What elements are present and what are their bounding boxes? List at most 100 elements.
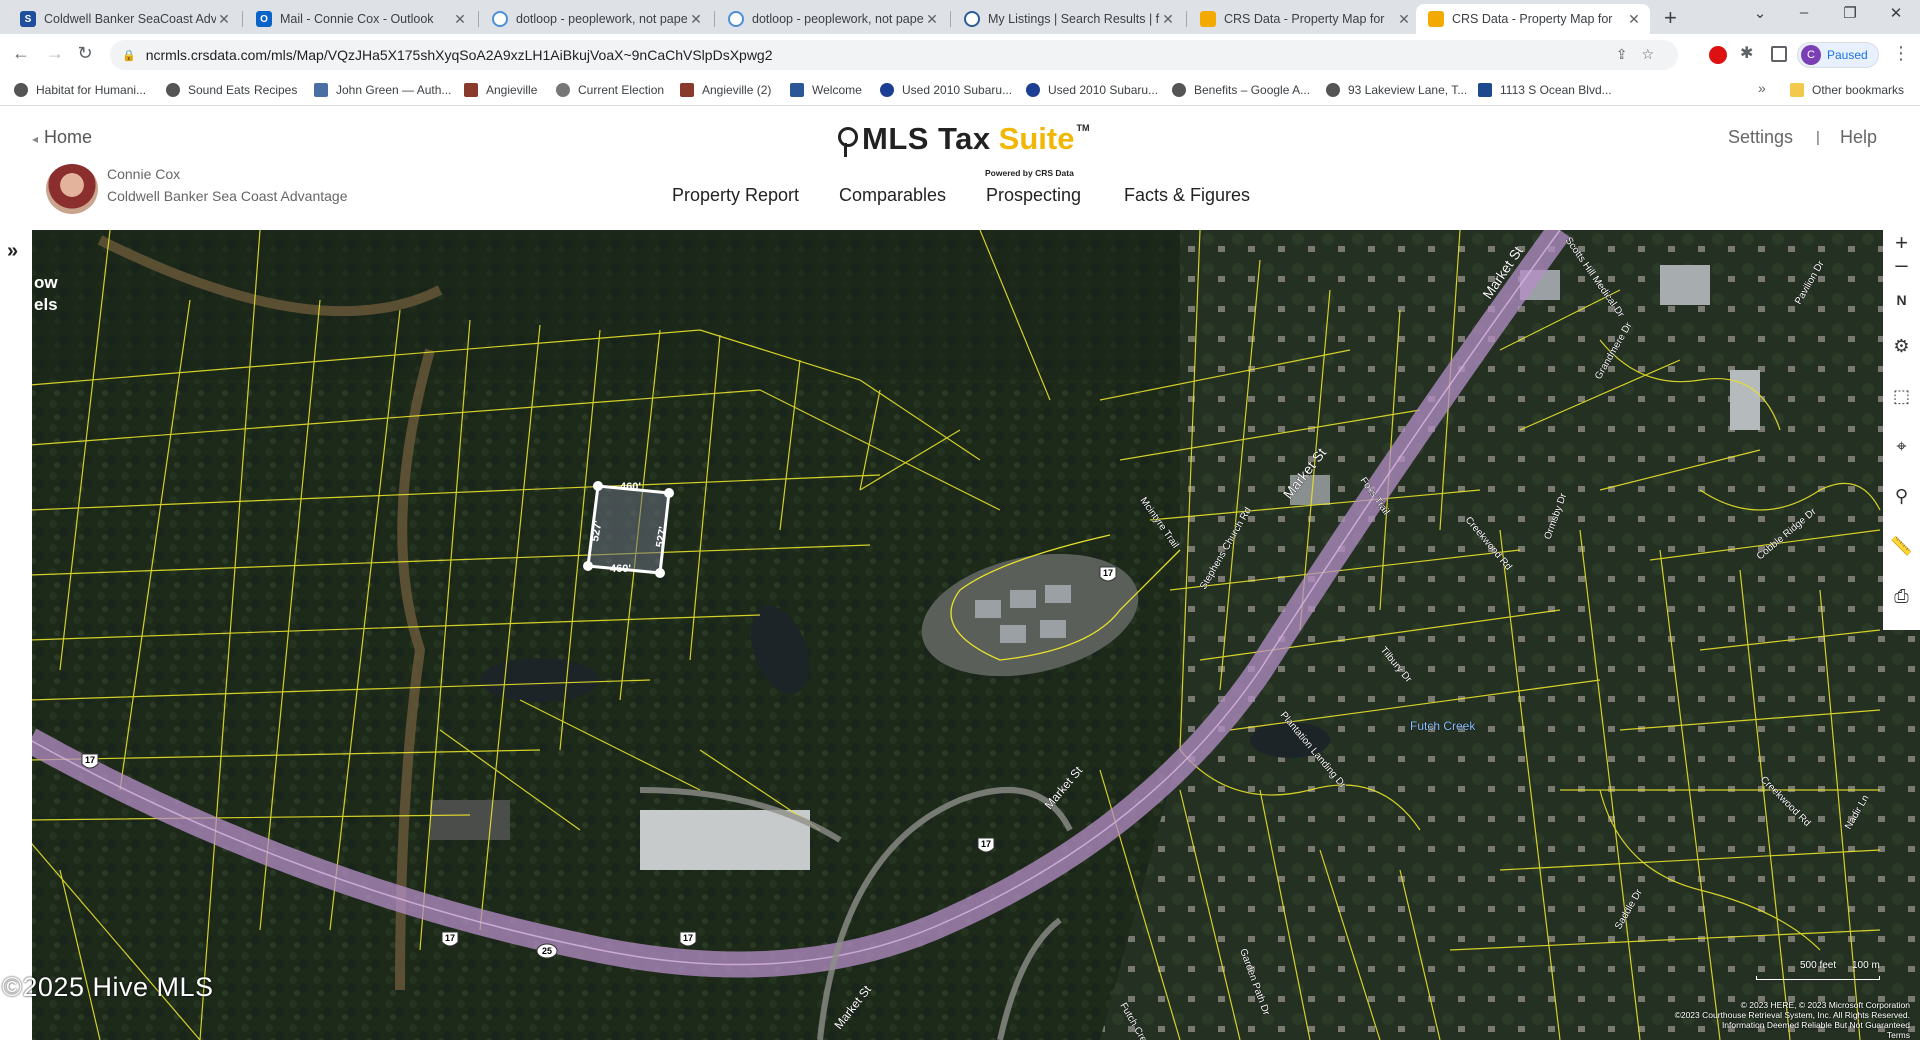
bookmark-item[interactable]: Used 2010 Subaru... <box>880 83 1012 97</box>
dotloop-icon <box>492 11 508 27</box>
svg-text:17: 17 <box>981 839 991 849</box>
property-map[interactable]: 460' 460' 527' 527' Market St Market St … <box>0 230 1920 1040</box>
tab-title: CRS Data - Property Map for <box>1224 12 1385 26</box>
header-separator: | <box>1816 129 1820 146</box>
browser-tab[interactable]: dotloop - peoplework, not pape ✕ <box>716 4 948 34</box>
bookmark-item[interactable]: Recipes <box>254 83 297 97</box>
settings-link[interactable]: Settings <box>1728 127 1793 148</box>
nav-comparables[interactable]: Comparables <box>839 185 946 206</box>
close-icon[interactable]: ✕ <box>1396 11 1412 28</box>
mls-tax-suite-logo[interactable]: MLS Tax Suite TM Powered by CRS Data <box>836 121 1089 178</box>
print-icon[interactable]: ⎙ <box>1883 576 1920 616</box>
nav-prospecting[interactable]: Prospecting <box>986 185 1081 206</box>
watermark: ©2025 Hive MLS <box>2 972 214 1002</box>
user-company: Coldwell Banker Sea Coast Advantage <box>107 188 348 204</box>
maximize-button[interactable]: ❐ <box>1830 4 1870 22</box>
browser-tab[interactable]: O Mail - Connie Cox - Outlook ✕ <box>244 4 476 34</box>
route-shield: 17 <box>441 931 459 947</box>
bookmark-item[interactable]: Welcome <box>790 83 862 97</box>
browser-tab-active[interactable]: CRS Data - Property Map for ✕ <box>1416 4 1650 34</box>
bookmark-item[interactable]: Used 2010 Subaru... <box>1026 83 1158 97</box>
bookmark-item[interactable]: Benefits – Google A... <box>1172 83 1310 97</box>
zoom-in-icon[interactable]: + <box>1883 230 1920 255</box>
north-compass-icon[interactable]: N <box>1883 280 1920 320</box>
close-icon[interactable]: ✕ <box>688 11 704 28</box>
globe-icon <box>1326 83 1340 97</box>
close-window-button[interactable]: ✕ <box>1876 4 1916 22</box>
app-header: ◂ Home Connie Cox Coldwell Banker Sea Coa… <box>0 107 1920 230</box>
subaru-icon <box>880 83 894 97</box>
chevron-right-icon[interactable]: » <box>1758 80 1766 96</box>
home-link[interactable]: ◂ Home <box>32 127 92 148</box>
minimize-button[interactable]: – <box>1784 4 1824 21</box>
listing-icon <box>1478 83 1492 97</box>
map-controls: + – N ⚙ ⬚ ⌖ ⚲ 📏 ⎙ <box>1883 230 1920 630</box>
bookmark-item[interactable]: John Green — Auth... <box>314 83 451 97</box>
profile-button[interactable]: C Paused <box>1797 42 1879 68</box>
help-link[interactable]: Help <box>1840 127 1877 148</box>
gear-icon[interactable]: ⚙ <box>1883 326 1920 366</box>
water-label: Futch Creek <box>1410 719 1476 733</box>
globe-icon <box>14 83 28 97</box>
profile-status: Paused <box>1827 48 1868 62</box>
side-panel-strip: » <box>0 230 32 1040</box>
bookmark-item[interactable]: Angieville (2) <box>680 83 771 97</box>
menu-kebab-icon[interactable]: ⋮ <box>1892 43 1910 64</box>
browser-tab[interactable]: My Listings | Search Results | fle ✕ <box>952 4 1184 34</box>
zoom-out-icon[interactable]: – <box>1883 252 1920 277</box>
select-area-icon[interactable]: ⬚ <box>1883 376 1920 416</box>
route-shield: 25 <box>536 943 558 959</box>
lock-icon[interactable]: 🔒 <box>122 49 136 62</box>
bookmark-item[interactable]: 93 Lakeview Lane, T... <box>1326 83 1467 97</box>
search-icon[interactable]: ⚲ <box>1883 476 1920 516</box>
svg-text:17: 17 <box>683 933 693 943</box>
bookmark-item[interactable]: Sound Eats <box>166 83 250 97</box>
locate-icon[interactable]: ⌖ <box>1883 426 1920 466</box>
bookmark-item[interactable]: Angieville <box>464 83 537 97</box>
close-icon[interactable]: ✕ <box>452 11 468 28</box>
user-name: Connie Cox <box>107 166 181 182</box>
close-icon[interactable]: ✕ <box>924 11 940 28</box>
angieville-icon <box>464 83 478 97</box>
map-canvas[interactable]: 460' 460' 527' 527' Market St Market St … <box>0 230 1920 1040</box>
extension-icon[interactable] <box>1709 46 1727 64</box>
close-icon[interactable]: ✕ <box>1626 11 1642 28</box>
browser-tab[interactable]: S Coldwell Banker SeaCoast Advan ✕ <box>8 4 240 34</box>
close-icon[interactable]: ✕ <box>216 11 232 28</box>
expand-panel-icon[interactable]: » <box>7 240 18 263</box>
puzzle-extensions-icon[interactable]: ✱ <box>1740 43 1758 62</box>
close-icon[interactable]: ✕ <box>1160 11 1176 28</box>
svg-text:17: 17 <box>85 755 95 765</box>
browser-tab[interactable]: dotloop - peoplework, not pape ✕ <box>480 4 712 34</box>
folder-icon <box>1790 83 1804 97</box>
back-icon[interactable]: ← <box>9 43 33 64</box>
scale-bar: 500 feet 100 m <box>1756 960 1880 986</box>
svg-text:25: 25 <box>542 946 552 956</box>
nav-property-report[interactable]: Property Report <box>672 185 799 206</box>
new-tab-button[interactable]: + <box>1664 5 1677 31</box>
reload-icon[interactable]: ↻ <box>73 43 97 64</box>
coldwell-banker-icon: S <box>20 11 36 27</box>
globe-icon <box>166 83 180 97</box>
tab-search-icon[interactable]: ⌄ <box>1740 4 1780 22</box>
crs-data-icon <box>1428 11 1444 27</box>
bookmark-item[interactable]: Current Election <box>556 83 664 97</box>
measure-ruler-icon[interactable]: 📏 <box>1883 526 1920 566</box>
avatar <box>46 164 98 214</box>
parcel-dimension-bottom: 460' <box>610 563 631 575</box>
address-bar[interactable]: 🔒 ncrmls.crsdata.com/mls/Map/VQzJHa5X175… <box>110 40 1678 70</box>
bookmark-item[interactable]: Habitat for Humani... <box>14 83 146 97</box>
browser-tab[interactable]: CRS Data - Property Map for ✕ <box>1188 4 1420 34</box>
nav-facts-figures[interactable]: Facts & Figures <box>1124 185 1250 206</box>
globe-icon <box>1172 83 1186 97</box>
forward-icon[interactable]: → <box>43 43 67 64</box>
side-panel-icon[interactable] <box>1771 46 1787 62</box>
route-shield: 17 <box>977 837 995 853</box>
bookmark-item[interactable]: 1113 S Ocean Blvd... <box>1478 83 1612 97</box>
browser-toolbar: ← → ↻ 🔒 ncrmls.crsdata.com/mls/Map/VQzJH… <box>0 34 1920 76</box>
share-star-icons[interactable]: ⇪☆ <box>1616 46 1668 63</box>
other-bookmarks[interactable]: Other bookmarks <box>1790 83 1904 97</box>
terms-link[interactable]: Terms <box>1610 1030 1910 1040</box>
layer-panel-text: ow els <box>34 273 58 314</box>
svg-text:17: 17 <box>445 933 455 943</box>
